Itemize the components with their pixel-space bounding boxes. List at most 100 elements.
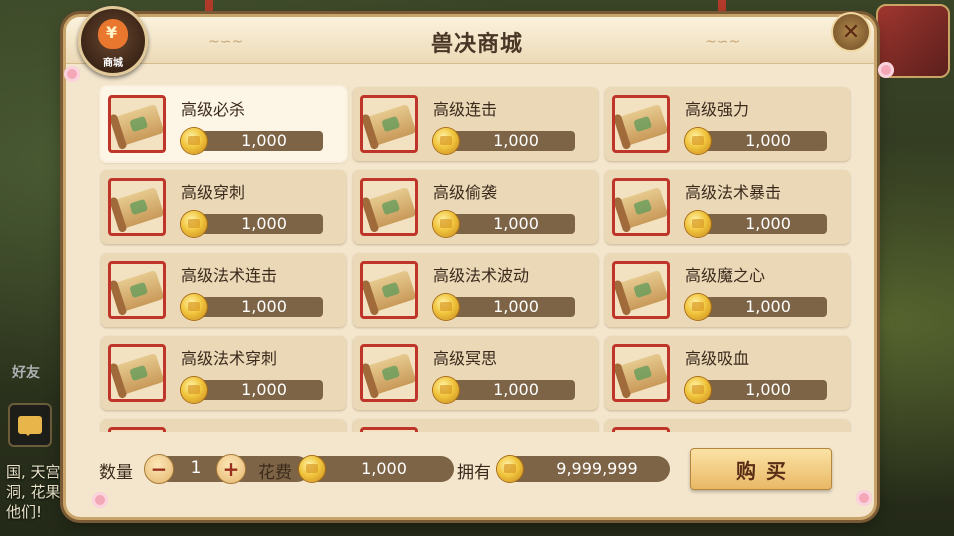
- shop-item-card[interactable]: 高级法术暴击 1,000: [605, 170, 850, 244]
- friend-label[interactable]: 好友: [12, 362, 40, 382]
- gold-coin-icon: [685, 128, 711, 154]
- shop-item-card[interactable]: 高级魔之心 1,000: [605, 253, 850, 327]
- scroll-graphic: [617, 352, 667, 396]
- item-name: 高级冥思: [433, 349, 498, 368]
- flower-decoration-icon: [878, 62, 894, 78]
- item-name: 高级连击: [433, 100, 498, 119]
- owned-value: 9,999,999: [556, 459, 638, 478]
- plus-icon: +: [222, 457, 240, 481]
- cost-value: 1,000: [361, 459, 407, 478]
- item-price: 1,000: [745, 131, 791, 150]
- shop-item-card[interactable]: 高级法术穿刺 1,000: [101, 336, 346, 410]
- close-button[interactable]: ✕: [831, 12, 871, 52]
- item-grid: 高级必杀 1,000 高级连击 1,000 高级强力 1,000 高级穿刺 1,000 高级偷袭…: [97, 85, 857, 432]
- scroll-graphic: [365, 269, 415, 313]
- item-price: 1,000: [241, 214, 287, 233]
- item-price: 1,000: [241, 131, 287, 150]
- quantity-label: 数量: [99, 463, 133, 483]
- scroll-graphic: [617, 103, 667, 147]
- chat-line: 他们!: [6, 503, 43, 521]
- shop-item-card[interactable]: 高级偷袭 1,000: [353, 170, 598, 244]
- item-price: 1,000: [241, 297, 287, 316]
- shop-item-card[interactable]: 高级穿刺 1,000: [101, 170, 346, 244]
- skill-scroll-icon: [612, 427, 670, 432]
- item-name: 高级法术波动: [433, 266, 530, 285]
- gold-coin-icon: [181, 294, 207, 320]
- scroll-graphic: [113, 352, 163, 396]
- item-name: 高级强力: [685, 100, 750, 119]
- quantity-plus-button[interactable]: +: [216, 454, 246, 484]
- gold-coin-icon: [685, 377, 711, 403]
- item-price: 1,000: [493, 214, 539, 233]
- skill-scroll-icon: [360, 344, 418, 402]
- quantity-minus-button[interactable]: −: [144, 454, 174, 484]
- purchase-bar: 数量 − 1 + 花费 1,000 拥有 9,999,999 购买: [66, 440, 874, 500]
- skill-scroll-icon: [360, 427, 418, 432]
- gold-coin-icon: [299, 456, 325, 482]
- owned-label: 拥有: [457, 463, 491, 483]
- skill-scroll-icon: [360, 261, 418, 319]
- item-name: 高级法术暴击: [685, 183, 782, 202]
- cost-label: 花费: [258, 463, 292, 483]
- item-price: 1,000: [745, 214, 791, 233]
- skill-scroll-icon: [108, 344, 166, 402]
- chat-line: 洞, 花果: [6, 483, 61, 501]
- shop-item-card[interactable]: 高级连击 1,000: [353, 87, 598, 161]
- shop-item-card[interactable]: [101, 419, 346, 432]
- gold-coin-icon: [685, 294, 711, 320]
- item-price: 1,000: [493, 380, 539, 399]
- item-price: 1,000: [745, 380, 791, 399]
- gold-coin-icon: [433, 211, 459, 237]
- scroll-graphic: [365, 352, 415, 396]
- item-name: 高级法术连击: [181, 266, 278, 285]
- buy-button[interactable]: 购买: [690, 448, 832, 490]
- skill-scroll-icon: [108, 261, 166, 319]
- skill-scroll-icon: [360, 178, 418, 236]
- item-name: 高级必杀: [181, 100, 246, 119]
- skill-scroll-icon: [108, 427, 166, 432]
- scroll-graphic: [113, 186, 163, 230]
- gold-coin-icon: [433, 377, 459, 403]
- scroll-graphic: [113, 103, 163, 147]
- skill-scroll-icon: [612, 344, 670, 402]
- shop-badge-label: 商城: [103, 58, 123, 69]
- item-name: 高级法术穿刺: [181, 349, 278, 368]
- scroll-graphic: [617, 186, 667, 230]
- chat-button[interactable]: [8, 403, 52, 447]
- skill-scroll-icon: [108, 178, 166, 236]
- item-price: 1,000: [493, 131, 539, 150]
- skill-scroll-icon: [612, 261, 670, 319]
- shop-item-card[interactable]: 高级冥思 1,000: [353, 336, 598, 410]
- quantity-value[interactable]: 1: [176, 458, 216, 478]
- skill-scroll-icon: [360, 95, 418, 153]
- item-name: 高级偷袭: [433, 183, 498, 202]
- shop-item-card[interactable]: 高级吸血 1,000: [605, 336, 850, 410]
- shop-item-card[interactable]: 高级必杀 1,000: [101, 87, 346, 161]
- skill-scroll-icon: [612, 95, 670, 153]
- shop-item-card[interactable]: [605, 419, 850, 432]
- flower-decoration-icon: [64, 66, 80, 82]
- item-name: 高级魔之心: [685, 266, 766, 285]
- item-price: 1,000: [745, 297, 791, 316]
- shop-item-card[interactable]: 高级强力 1,000: [605, 87, 850, 161]
- gold-coin-icon: [433, 128, 459, 154]
- chat-line: 国, 天宫: [6, 463, 61, 481]
- shop-badge: 商城: [78, 6, 148, 76]
- shop-item-card[interactable]: 高级法术连击 1,000: [101, 253, 346, 327]
- shop-item-card[interactable]: 高级法术波动 1,000: [353, 253, 598, 327]
- gold-coin-icon: [181, 211, 207, 237]
- scroll-graphic: [365, 186, 415, 230]
- gold-coin-icon: [433, 294, 459, 320]
- item-price: 1,000: [241, 380, 287, 399]
- close-icon: ✕: [841, 19, 861, 45]
- skill-scroll-icon: [612, 178, 670, 236]
- gold-coin-icon: [181, 377, 207, 403]
- item-name: 高级穿刺: [181, 183, 246, 202]
- item-name: 高级吸血: [685, 349, 750, 368]
- shop-item-card[interactable]: [353, 419, 598, 432]
- chat-icon: [18, 416, 42, 436]
- scroll-graphic: [617, 269, 667, 313]
- scroll-graphic: [113, 269, 163, 313]
- scroll-graphic: [365, 103, 415, 147]
- skill-scroll-icon: [108, 95, 166, 153]
